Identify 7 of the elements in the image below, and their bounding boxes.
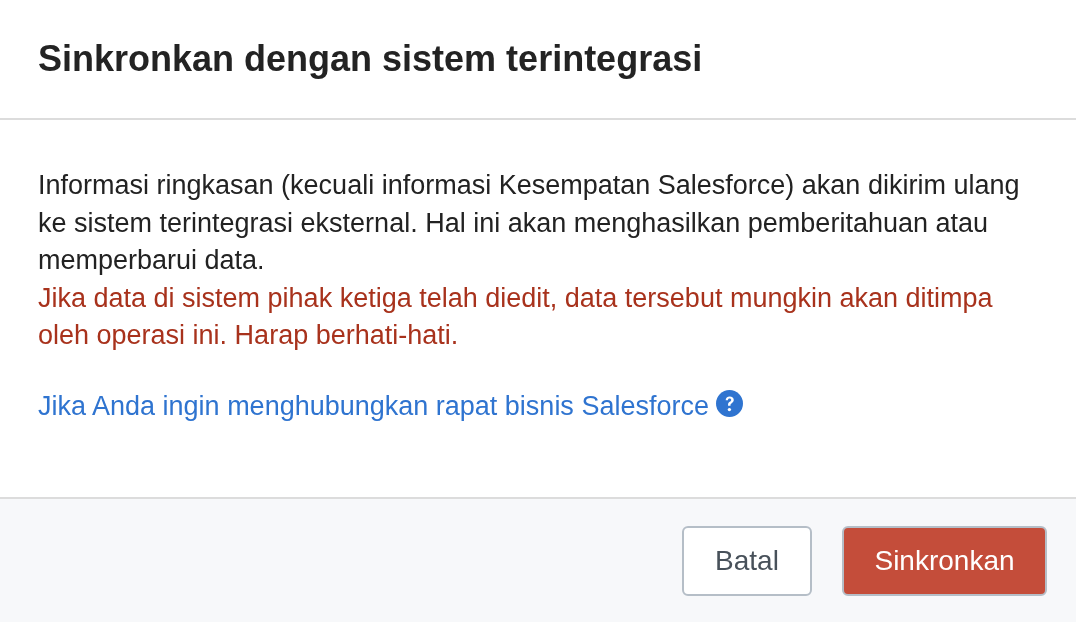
description-text: Informasi ringkasan (kecuali informasi Kesempatan Salesforce) akan dikirim ulang ke sistem terintegrasi eksternal. Hal ini akan menghasilkan pemberitahuan atau memperbarui data.	[38, 169, 1021, 277]
salesforce-link[interactable]: Jika Anda ingin menghubungkan rapat bisnis Salesforce	[38, 387, 709, 425]
cancel-button[interactable]: Batal	[682, 525, 812, 596]
dialog-title: Sinkronkan dengan sistem terintegrasi	[38, 38, 703, 80]
sync-button[interactable]: Sinkronkan	[842, 525, 1047, 596]
warning-text: Jika data di sistem pihak ketiga telah diedit, data tersebut mungkin akan ditimpa oleh operasi ini. Harap berhati-hati.	[38, 281, 994, 352]
help-icon[interactable]	[715, 389, 743, 417]
